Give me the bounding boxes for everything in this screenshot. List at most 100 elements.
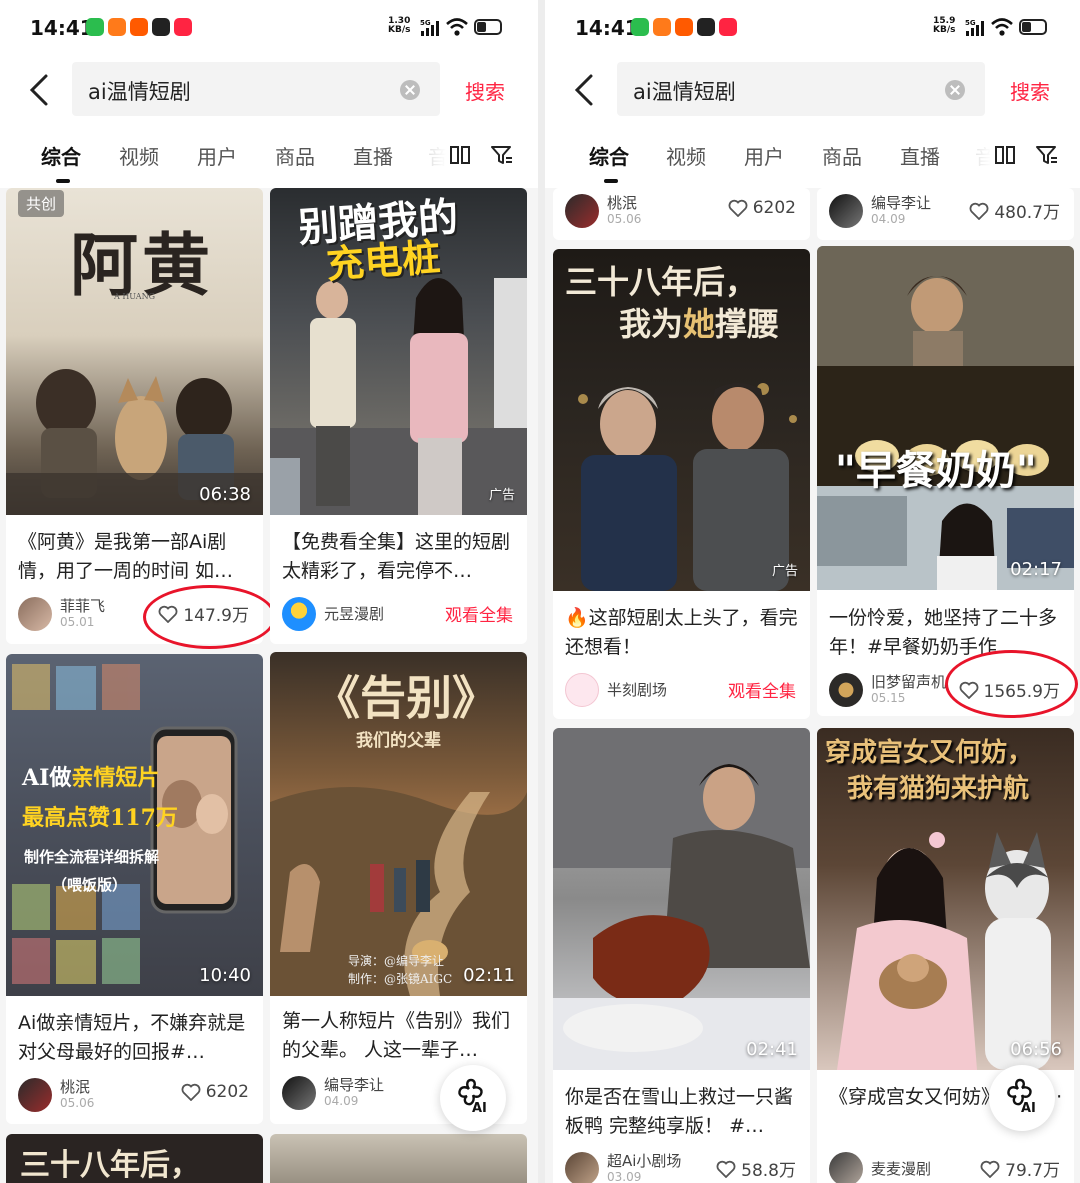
video-card[interactable]: 编导李让 04.09 480.7万 — [817, 188, 1074, 240]
tab-products[interactable]: 商品 — [275, 141, 315, 170]
video-card[interactable]: AI做亲情短片 最高点赞117万 制作全流程详细拆解 （喂饭版） 10:40 A… — [6, 654, 263, 1124]
author-name[interactable]: 桃泯 — [607, 192, 637, 213]
ad-card[interactable]: 三十八年后， 我为她撑腰 广告 🔥这部短剧太上头了，看完还想看！ 半刻剧场 观看… — [553, 249, 810, 719]
video-card[interactable]: 阿黄 A HUANG 共创 06:38 《阿黄》是我第一部Ai剧情，用了一周的时… — [6, 188, 263, 644]
author-name[interactable]: 旧梦留声机 — [871, 671, 946, 692]
filter-icon[interactable] — [490, 144, 514, 166]
filter-icon[interactable] — [1035, 144, 1059, 166]
video-thumbnail[interactable]: 阿黄 A HUANG 共创 06:38 — [6, 188, 263, 515]
watch-all-button[interactable]: 观看全集 — [728, 677, 796, 702]
video-card[interactable]: 02:41 你是否在雪山上救过一只酱板鸭 完整纯享版！ #… 超Ai小剧场 03… — [553, 728, 810, 1183]
tab-live[interactable]: 直播 — [900, 141, 940, 170]
video-card[interactable]: 三十八年后， — [6, 1134, 263, 1183]
video-title[interactable]: 🔥这部短剧太上头了，看完还想看！ — [565, 604, 800, 662]
author-name[interactable]: 菲菲飞 — [60, 595, 105, 616]
post-date: 05.01 — [60, 615, 95, 629]
video-thumbnail[interactable]: "早餐奶奶" 02:17 — [817, 246, 1074, 590]
like-button[interactable]: 6202 — [181, 1082, 249, 1102]
poster-line2: 我有猫狗来护航 — [847, 774, 1030, 804]
avatar[interactable] — [282, 1076, 316, 1110]
avatar[interactable] — [565, 1152, 599, 1183]
clear-icon[interactable] — [945, 80, 965, 100]
search-input[interactable]: ai温情短剧 — [72, 62, 440, 116]
right-screen: 14:41 15.9 KB/s 5G ai温情短剧 搜索 综合 视频 用户 商品 … — [545, 0, 1080, 1183]
like-button[interactable]: 480.7万 — [969, 198, 1060, 223]
tab-products[interactable]: 商品 — [822, 141, 862, 170]
author-name[interactable]: 桃泯 — [60, 1076, 90, 1097]
author-name[interactable]: 麦麦漫剧 — [871, 1158, 931, 1179]
avatar[interactable] — [829, 194, 863, 228]
author-name[interactable]: 半刻剧场 — [607, 679, 667, 700]
like-count: 58.8万 — [741, 1161, 796, 1181]
author-name[interactable]: 编导李让 — [871, 192, 931, 213]
video-thumbnail[interactable]: 三十八年后， 我为她撑腰 广告 — [553, 249, 810, 591]
ai-label: AI — [472, 1101, 487, 1116]
poster-line2: 我为她撑腰 — [619, 305, 780, 343]
wechat-icon — [86, 18, 104, 36]
highlight-circle — [945, 650, 1078, 718]
like-button[interactable]: 58.8万 — [716, 1156, 796, 1181]
watch-all-button[interactable]: 观看全集 — [445, 601, 513, 626]
author-name[interactable]: 元昱漫剧 — [324, 603, 384, 624]
layout-toggle-icon[interactable] — [450, 144, 470, 166]
poster-subtitle: A HUANG — [114, 292, 155, 301]
video-duration: 02:17 — [1010, 559, 1062, 580]
author-name[interactable]: 超Ai小剧场 — [607, 1150, 681, 1171]
video-thumbnail[interactable]: 别蹭我的 充电桩 广告 — [270, 188, 527, 515]
back-arrow-icon[interactable] — [22, 70, 58, 110]
ad-card[interactable]: 别蹭我的 充电桩 广告 【免费看全集】这里的短剧太精彩了，看完停不… 元昱漫剧 … — [270, 188, 527, 644]
tab-live[interactable]: 直播 — [353, 141, 393, 170]
video-title[interactable]: 《阿黄》是我第一部Ai剧情，用了一周的时间 如… — [18, 528, 253, 586]
video-duration: 10:40 — [199, 965, 251, 986]
video-card[interactable]: 《告别》 我们的父辈 导演：@编导李让 制作：@张镜AIGC 02:11 第一人… — [270, 652, 527, 1124]
tab-video[interactable]: 视频 — [119, 141, 159, 170]
results-feed[interactable]: 阿黄 A HUANG 共创 06:38 《阿黄》是我第一部Ai剧情，用了一周的时… — [0, 188, 538, 1183]
search-input[interactable]: ai温情短剧 — [617, 62, 985, 116]
layout-toggle-icon[interactable] — [995, 144, 1015, 166]
video-card[interactable]: "早餐奶奶" 02:17 一份怜爱，她坚持了二十多年！#早餐奶奶手作… 旧梦留声… — [817, 246, 1074, 716]
search-button[interactable]: 搜索 — [1010, 76, 1050, 105]
video-card[interactable]: 桃泯 05.06 6202 — [553, 188, 810, 240]
author-name[interactable]: 编导李让 — [324, 1074, 384, 1095]
ai-assistant-button[interactable]: AI — [989, 1065, 1055, 1131]
avatar[interactable] — [565, 194, 599, 228]
card-meta: 超Ai小剧场 03.09 58.8万 — [565, 1148, 800, 1183]
avatar[interactable] — [282, 597, 316, 631]
video-thumbnail[interactable]: 《告别》 我们的父辈 导演：@编导李让 制作：@张镜AIGC 02:11 — [270, 652, 527, 996]
like-button[interactable]: 79.7万 — [980, 1156, 1060, 1181]
like-count: 6202 — [752, 198, 796, 218]
post-date: 05.15 — [871, 691, 906, 705]
tab-users[interactable]: 用户 — [744, 141, 784, 170]
tab-users[interactable]: 用户 — [197, 141, 237, 170]
results-feed[interactable]: 桃泯 05.06 6202 编导李让 04.09 480.7万 三十八年后， 我… — [545, 188, 1080, 1183]
video-thumbnail[interactable]: 02:41 — [553, 728, 810, 1070]
avatar[interactable] — [18, 597, 52, 631]
search-button[interactable]: 搜索 — [465, 76, 505, 105]
tab-comprehensive[interactable]: 综合 — [589, 141, 629, 170]
ai-assistant-button[interactable]: AI — [440, 1065, 506, 1131]
avatar[interactable] — [565, 673, 599, 707]
video-thumbnail[interactable]: AI做亲情短片 最高点赞117万 制作全流程详细拆解 （喂饭版） 10:40 — [6, 654, 263, 996]
poster-line1: AI做亲情短片 — [22, 765, 160, 791]
video-title[interactable]: Ai做亲情短片，不嫌弃就是对父母最好的回报#… — [18, 1009, 253, 1067]
avatar[interactable] — [829, 1152, 863, 1183]
video-title[interactable]: 第一人称短片《告别》我们的父辈。 人这一辈子… — [282, 1007, 517, 1065]
back-arrow-icon[interactable] — [567, 70, 603, 110]
tab-comprehensive[interactable]: 综合 — [41, 141, 81, 170]
tab-video[interactable]: 视频 — [666, 141, 706, 170]
video-title[interactable]: 【免费看全集】这里的短剧太精彩了，看完停不… — [282, 528, 517, 586]
poster-line1: 穿成宫女又何妨， — [825, 738, 1034, 768]
search-query: ai温情短剧 — [633, 80, 736, 104]
video-thumbnail[interactable]: 穿成宫女又何妨， 我有猫狗来护航 06:56 — [817, 728, 1074, 1070]
video-title[interactable]: 你是否在雪山上救过一只酱板鸭 完整纯享版！ #… — [565, 1083, 800, 1141]
like-button[interactable]: 6202 — [728, 198, 796, 218]
status-time: 14:41 — [30, 16, 94, 40]
ad-label: 广告 — [771, 564, 798, 579]
video-duration: 02:11 — [463, 965, 515, 986]
video-card[interactable] — [270, 1134, 527, 1183]
avatar[interactable] — [829, 673, 863, 707]
wechat-icon — [631, 18, 649, 36]
avatar[interactable] — [18, 1078, 52, 1112]
clear-icon[interactable] — [400, 80, 420, 100]
tab-bar: 综合 视频 用户 商品 直播 音 — [0, 138, 538, 184]
